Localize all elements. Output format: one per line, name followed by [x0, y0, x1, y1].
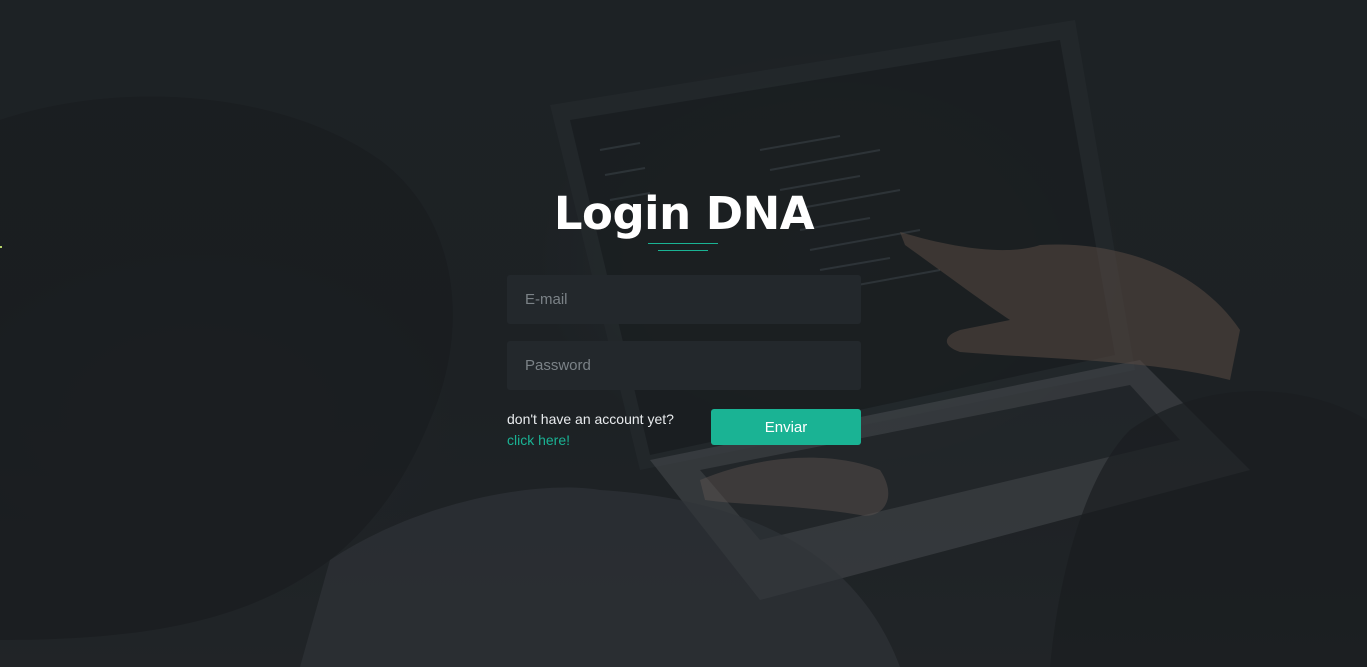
- title-underline-bottom: [658, 250, 708, 251]
- email-field[interactable]: [507, 275, 861, 324]
- title-underline: [507, 243, 861, 257]
- title-underline-top: [648, 243, 718, 244]
- page-title: Login DNA: [553, 187, 815, 240]
- signup-link[interactable]: click here!: [507, 430, 674, 451]
- form-footer: don't have an account yet? click here! E…: [507, 409, 861, 451]
- signup-prompt-text: don't have an account yet?: [507, 411, 674, 427]
- password-field[interactable]: [507, 341, 861, 390]
- edge-marker: [0, 246, 2, 248]
- submit-button[interactable]: Enviar: [711, 409, 861, 445]
- login-form-container: Login DNA don't have an account yet? cli…: [507, 185, 861, 451]
- signup-prompt: don't have an account yet? click here!: [507, 409, 674, 451]
